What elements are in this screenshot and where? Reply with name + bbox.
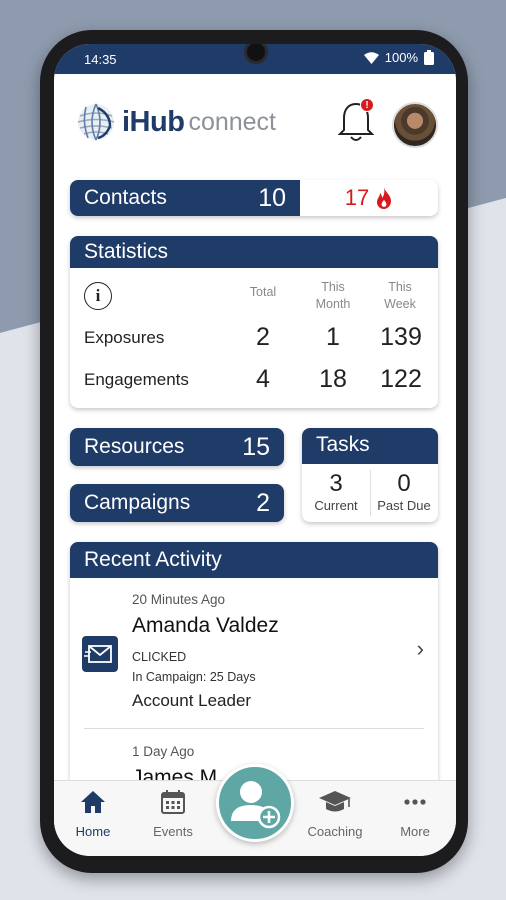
col-this-month: This Month: [315, 280, 351, 311]
campaigns-label: Campaigns: [84, 491, 191, 514]
exposures-week: 139: [380, 323, 422, 351]
tab-events-label: Events: [153, 824, 193, 839]
tasks-current[interactable]: 3 Current: [302, 464, 370, 522]
hot-contacts-count: 17: [344, 185, 370, 210]
tasks-pastdue-label: Past Due: [377, 498, 431, 513]
contacts-label: Contacts: [84, 186, 167, 209]
calendar-icon: [161, 790, 185, 814]
tab-more-label: More: [400, 824, 430, 839]
fire-icon: [377, 187, 392, 209]
campaigns-button[interactable]: Campaigns 2: [70, 484, 284, 522]
chevron-right-icon: ›: [416, 636, 424, 661]
notifications-button[interactable]: !: [336, 98, 376, 146]
hot-contacts[interactable]: 17: [300, 180, 438, 216]
statistics-card[interactable]: Statistics i Total This Month This Week …: [70, 236, 438, 408]
user-avatar[interactable]: [392, 102, 438, 148]
contacts-count: 10: [258, 183, 286, 212]
battery-icon: [424, 50, 434, 65]
tasks-pastdue-count: 0: [397, 470, 411, 497]
activity-action: CLICKED: [132, 650, 187, 664]
tasks-card[interactable]: Tasks 3 Current 0 Past Due: [302, 428, 438, 522]
tasks-past-due[interactable]: 0 Past Due: [370, 464, 438, 522]
status-bar: 14:35 100%: [54, 44, 456, 74]
logo-ihub-text: iHub: [122, 105, 185, 138]
status-time: 14:35: [84, 52, 117, 67]
activity-name: Amanda Valdez: [132, 614, 279, 637]
add-contact-button[interactable]: [216, 764, 294, 842]
resources-button[interactable]: Resources 15: [70, 428, 284, 466]
tab-home[interactable]: Home: [58, 789, 128, 839]
recent-activity-title: Recent Activity: [70, 542, 438, 578]
tab-home-label: Home: [75, 824, 111, 839]
tab-more[interactable]: More: [380, 789, 450, 839]
row-engagements-label: Engagements: [84, 370, 189, 389]
tasks-title: Tasks: [302, 428, 438, 464]
tasks-current-label: Current: [314, 498, 358, 513]
more-dots-icon: [404, 799, 426, 805]
activity-campaign: In Campaign: 25 Days: [132, 670, 256, 684]
exposures-total: 2: [256, 323, 270, 351]
col-total: Total: [249, 285, 277, 299]
activity-time: 1 Day Ago: [132, 744, 195, 759]
tasks-current-count: 3: [329, 470, 343, 497]
home-icon: [81, 791, 105, 813]
col-this-week: This Week: [384, 280, 416, 311]
activity-time: 20 Minutes Ago: [132, 592, 226, 607]
add-person-icon: [231, 781, 281, 829]
engagements-total: 4: [256, 365, 270, 393]
front-camera: [244, 44, 268, 64]
battery-level: 100%: [384, 50, 418, 65]
info-icon[interactable]: i: [84, 282, 112, 310]
graduation-cap-icon: [319, 791, 351, 812]
statistics-title: Statistics: [70, 236, 438, 268]
exposures-month: 1: [326, 323, 340, 351]
app-screen: 14:35 100% iHub connect ! Contacts 10 17…: [54, 44, 456, 856]
resources-count: 15: [242, 432, 270, 461]
tab-events[interactable]: Events: [138, 789, 208, 839]
campaigns-count: 2: [256, 488, 270, 517]
activity-item[interactable]: 20 Minutes Ago Amanda Valdez CLICKED In …: [70, 578, 438, 728]
wifi-icon: [363, 51, 379, 64]
contacts-card[interactable]: Contacts 10 17: [70, 180, 438, 216]
tab-coaching[interactable]: Coaching: [300, 789, 370, 839]
email-icon: [82, 636, 118, 672]
activity-role: Account Leader: [132, 691, 252, 710]
engagements-week: 122: [380, 365, 422, 393]
globe-logo-icon: [77, 103, 115, 141]
engagements-month: 18: [319, 365, 347, 393]
app-header: iHub connect !: [54, 74, 456, 184]
tab-coaching-label: Coaching: [307, 824, 363, 839]
notification-badge: !: [360, 98, 374, 112]
logo-connect-text: connect: [188, 107, 276, 136]
ihub-logo: iHub connect: [76, 102, 276, 142]
row-exposures-label: Exposures: [84, 328, 165, 347]
recent-activity-card: Recent Activity 20 Minutes Ago Amanda Va…: [70, 542, 438, 802]
resources-label: Resources: [84, 435, 185, 458]
